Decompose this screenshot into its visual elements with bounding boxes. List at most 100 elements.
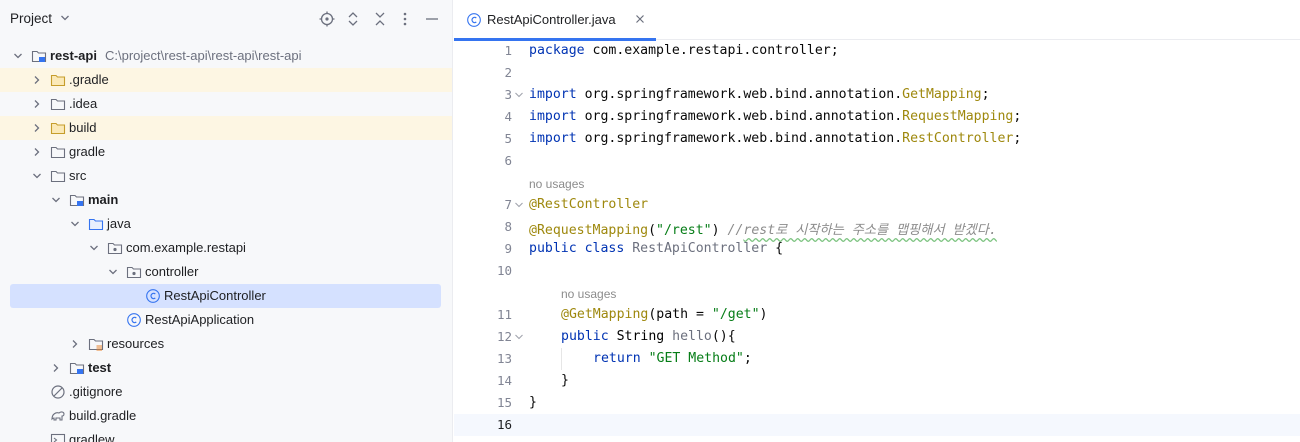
line-number: 11 [496, 307, 512, 322]
tree-item-resources[interactable]: resources [0, 332, 452, 356]
code-line[interactable]: 4 import org.springframework.web.bind.an… [454, 106, 1300, 128]
code-line[interactable]: 9 public class RestApiController { [454, 238, 1300, 260]
package-icon [126, 266, 142, 279]
package-icon [107, 242, 123, 255]
chevron-down-icon[interactable] [60, 13, 70, 23]
tree-item-java[interactable]: java [0, 212, 452, 236]
ignore-file-icon [51, 385, 65, 399]
tree-item-package[interactable]: com.example.restapi [0, 236, 452, 260]
chevron-right-icon[interactable] [32, 75, 42, 85]
code-line[interactable]: 15 } [454, 392, 1300, 414]
code-text: package com.example.restapi.controller; [529, 43, 839, 58]
tree-item-label: build.gradle [69, 408, 137, 423]
java-class-icon [467, 13, 481, 27]
more-options-icon[interactable] [397, 11, 413, 27]
usages-inlay-hint[interactable]: no usages [529, 177, 584, 191]
tree-item-main[interactable]: main [0, 188, 452, 212]
java-class-icon [127, 313, 141, 327]
tree-item-idea[interactable]: .idea [0, 92, 452, 116]
chevron-down-icon[interactable] [51, 195, 61, 205]
line-number: 4 [504, 109, 512, 124]
tree-item-build-gradle[interactable]: build.gradle [0, 404, 452, 428]
code-text: public class RestApiController { [529, 241, 784, 256]
code-editor[interactable]: RestApiController.java 1 package com.exa… [454, 0, 1300, 442]
fold-icon[interactable] [514, 200, 524, 210]
tree-item-label: .idea [69, 96, 98, 111]
source-set-folder-icon [69, 194, 85, 207]
tree-item-rest-api[interactable]: rest-api C:\project\rest-api\rest-api\re… [0, 44, 452, 68]
tree-item-label: gradle [69, 144, 106, 159]
collapse-all-icon[interactable] [372, 11, 388, 27]
chevron-down-icon[interactable] [89, 243, 99, 253]
tree-item-label: RestApiApplication [145, 312, 255, 327]
project-title[interactable]: Project [10, 11, 52, 26]
tree-item-test[interactable]: test [0, 356, 452, 380]
tree-item-gradlew[interactable]: gradlew [0, 428, 452, 442]
tree-item-label: .gradle [69, 72, 109, 87]
expand-all-icon[interactable] [345, 11, 361, 27]
code-line-current[interactable]: 16 [454, 414, 1300, 436]
editor-tab-bar: RestApiController.java [454, 0, 1300, 41]
line-number: 9 [504, 241, 512, 256]
resources-folder-icon [88, 338, 104, 351]
code-text: import org.springframework.web.bind.anno… [529, 109, 1022, 124]
code-text: import org.springframework.web.bind.anno… [529, 87, 990, 102]
usages-inlay-hint[interactable]: no usages [561, 287, 616, 301]
chevron-right-icon[interactable] [32, 147, 42, 157]
tree-item-label: build [69, 120, 97, 135]
code-line[interactable]: 2 [454, 62, 1300, 84]
chevron-right-icon[interactable] [70, 339, 80, 349]
tree-item-src[interactable]: src [0, 164, 452, 188]
code-line[interactable]: 6 [454, 150, 1300, 172]
minimize-icon[interactable] [424, 11, 440, 27]
code-line[interactable]: 12 public String hello(){ [454, 326, 1300, 348]
code-line[interactable]: 5 import org.springframework.web.bind.an… [454, 128, 1300, 150]
close-icon[interactable] [634, 13, 646, 25]
tree-item-label: test [88, 360, 112, 375]
chevron-down-icon[interactable] [13, 51, 23, 61]
folder-icon [50, 98, 66, 111]
code-line[interactable]: 10 [454, 260, 1300, 282]
chevron-down-icon[interactable] [70, 219, 80, 229]
module-folder-icon [31, 50, 47, 63]
code-text: return "GET Method"; [593, 351, 752, 366]
code-line[interactable]: 1 package com.example.restapi.controller… [454, 40, 1300, 62]
tree-item-label: .gitignore [69, 384, 123, 399]
tree-item-path: C:\project\rest-api\rest-api\rest-api [105, 48, 302, 63]
tree-item-label: RestApiController [164, 288, 266, 303]
source-set-folder-icon [69, 362, 85, 375]
code-line[interactable]: 13 return "GET Method"; [454, 348, 1300, 370]
code-text: public String hello(){ [561, 329, 736, 344]
fold-icon[interactable] [514, 90, 524, 100]
tree-item-controller[interactable]: controller [0, 260, 452, 284]
chevron-down-icon[interactable] [108, 267, 118, 277]
chevron-right-icon[interactable] [32, 123, 42, 133]
tree-item-restapicontroller[interactable]: RestApiController [0, 284, 452, 308]
line-number: 12 [496, 329, 512, 344]
locate-icon[interactable] [319, 11, 335, 27]
fold-icon[interactable] [514, 332, 524, 342]
code-line[interactable]: 11 @GetMapping(path = "/get") [454, 304, 1300, 326]
line-number: 7 [504, 197, 512, 212]
tree-item-restapiapplication[interactable]: RestApiApplication [0, 308, 452, 332]
code-line[interactable]: 14 } [454, 370, 1300, 392]
code-line[interactable]: 7 @RestController [454, 194, 1300, 216]
line-number: 8 [504, 219, 512, 234]
chevron-down-icon[interactable] [32, 171, 42, 181]
tab-restapicontroller-java[interactable]: RestApiController.java [454, 0, 656, 41]
tab-label: RestApiController.java [487, 12, 616, 27]
tree-item-build[interactable]: build [0, 116, 452, 140]
chevron-right-icon[interactable] [32, 99, 42, 109]
code-line[interactable]: 8 @RequestMapping("/rest") //rest로 시작하는 … [454, 216, 1300, 238]
code-line[interactable]: 3 import org.springframework.web.bind.an… [454, 84, 1300, 106]
tree-item-gradle[interactable]: gradle [0, 140, 452, 164]
chevron-right-icon[interactable] [51, 363, 61, 373]
code-text: @RequestMapping("/rest") //rest로 시작하는 주소… [529, 223, 997, 238]
folder-icon [50, 170, 66, 183]
tree-item-gitignore[interactable]: .gitignore [0, 380, 452, 404]
tree-item-gradle-dir[interactable]: .gradle [0, 68, 452, 92]
code-text: } [529, 395, 537, 410]
code-text: import org.springframework.web.bind.anno… [529, 131, 1022, 146]
folder-icon [50, 74, 66, 87]
code-text: } [561, 373, 569, 388]
